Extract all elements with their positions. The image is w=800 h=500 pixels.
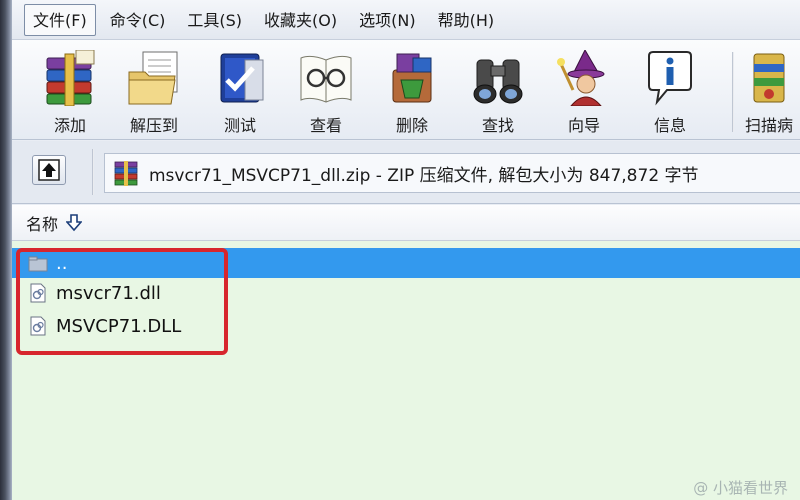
menu-help[interactable]: 帮助(H) bbox=[430, 5, 503, 35]
view-glasses-icon bbox=[300, 55, 352, 103]
test-label: 测试 bbox=[223, 116, 256, 135]
test-button[interactable]: 测试 bbox=[202, 50, 278, 138]
toolbar-separator bbox=[732, 52, 734, 132]
file-list-header: 名称 bbox=[12, 205, 800, 241]
binoculars-icon bbox=[473, 59, 523, 104]
virus-scan-icon bbox=[753, 53, 785, 103]
zip-archive-icon bbox=[114, 161, 138, 186]
address-separator bbox=[92, 149, 94, 195]
delete-icon bbox=[392, 53, 432, 103]
delete-button[interactable]: 删除 bbox=[374, 50, 450, 138]
wizard-label: 向导 bbox=[567, 116, 600, 135]
up-folder-button[interactable] bbox=[32, 155, 66, 185]
archive-path-text: msvcr71_MSVCP71_dll.zip - ZIP 压缩文件, 解包大小… bbox=[149, 165, 699, 186]
folder-extract-icon bbox=[128, 51, 178, 105]
test-checkmark-icon bbox=[220, 53, 264, 103]
extract-to-button[interactable]: 解压到 bbox=[116, 50, 192, 138]
delete-label: 删除 bbox=[395, 116, 428, 135]
virus-scan-label: 扫描病 bbox=[744, 116, 793, 135]
sort-down-arrow-icon[interactable] bbox=[66, 213, 83, 232]
menu-file[interactable]: 文件(F) bbox=[24, 3, 96, 36]
find-label: 查找 bbox=[481, 116, 514, 135]
books-add-icon bbox=[46, 50, 95, 106]
info-button[interactable]: 信息 bbox=[632, 50, 708, 138]
wizard-button[interactable]: 向导 bbox=[546, 50, 622, 138]
wizard-icon bbox=[557, 50, 605, 106]
menu-favorites[interactable]: 收藏夹(O) bbox=[256, 5, 345, 35]
winrar-window: 文件(F) 命令(C) 工具(S) 收藏夹(O) 选项(N) 帮助(H) 添加 bbox=[12, 0, 800, 500]
watermark-text: @ 小猫看世界 bbox=[693, 479, 788, 497]
window-left-edge bbox=[0, 0, 12, 500]
find-button[interactable]: 查找 bbox=[460, 50, 536, 138]
virus-scan-button[interactable]: 扫描病 bbox=[738, 50, 800, 138]
info-label: 信息 bbox=[653, 116, 686, 135]
menu-commands[interactable]: 命令(C) bbox=[102, 5, 174, 35]
info-icon bbox=[648, 51, 692, 106]
view-label: 查看 bbox=[309, 116, 342, 135]
toolbar: 添加 解压到 测试 查看 删除 查找 向导 信息 扫描病 bbox=[12, 40, 800, 140]
view-button[interactable]: 查看 bbox=[288, 50, 364, 138]
up-folder-icon bbox=[38, 159, 60, 181]
column-header-name[interactable]: 名称 bbox=[26, 211, 58, 235]
archive-path-field[interactable]: msvcr71_MSVCP71_dll.zip - ZIP 压缩文件, 解包大小… bbox=[104, 153, 800, 193]
add-button[interactable]: 添加 bbox=[32, 50, 108, 138]
menu-bar: 文件(F) 命令(C) 工具(S) 收藏夹(O) 选项(N) 帮助(H) bbox=[12, 0, 800, 40]
menu-tools[interactable]: 工具(S) bbox=[179, 5, 250, 35]
menu-options[interactable]: 选项(N) bbox=[351, 5, 423, 35]
extract-to-label: 解压到 bbox=[129, 116, 178, 135]
add-label: 添加 bbox=[53, 116, 86, 135]
annotation-highlight-box bbox=[16, 248, 228, 355]
file-list: .. msvcr71.dll MSVCP71.DLL bbox=[12, 241, 800, 500]
address-bar: msvcr71_MSVCP71_dll.zip - ZIP 压缩文件, 解包大小… bbox=[12, 141, 800, 204]
